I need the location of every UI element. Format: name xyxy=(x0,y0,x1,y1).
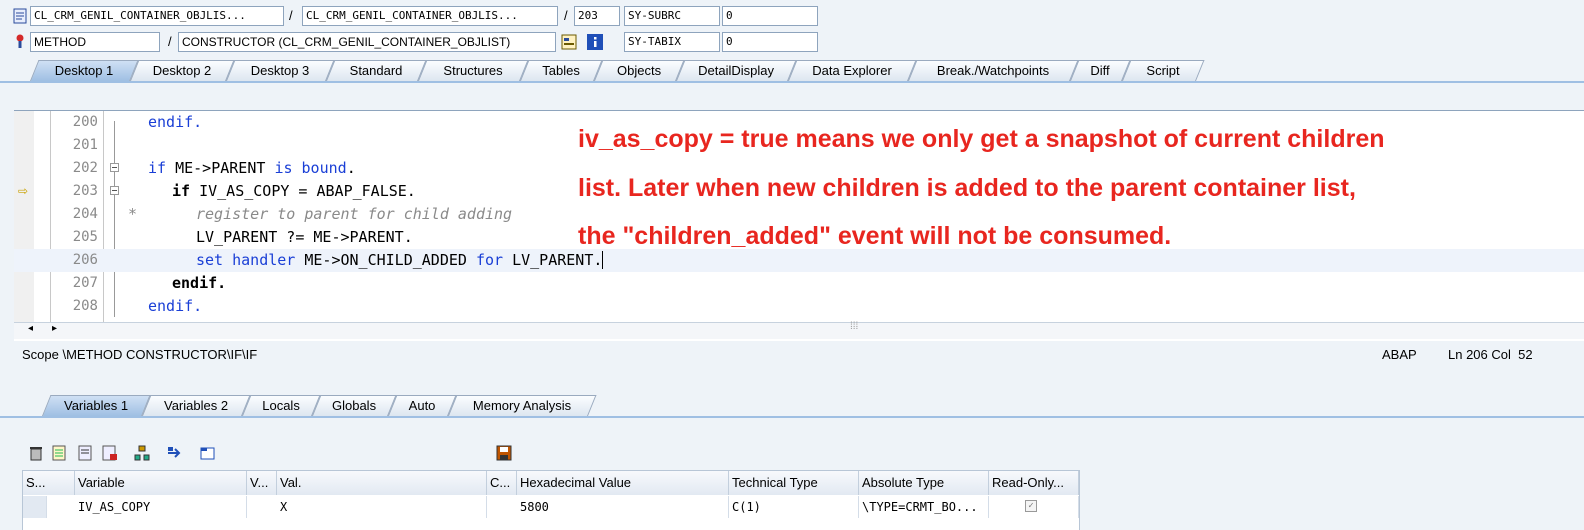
column-header[interactable]: Variable xyxy=(75,471,247,495)
code-text: if ME->PARENT is bound. xyxy=(148,159,356,177)
code-line[interactable]: 207 endif. xyxy=(14,272,1584,295)
line-field[interactable]: 203 xyxy=(574,6,620,26)
column-header[interactable]: V... xyxy=(247,471,277,495)
event-field[interactable]: CONSTRUCTOR (CL_CRM_GENIL_CONTAINER_OBJL… xyxy=(178,32,556,52)
tab-desktop-2[interactable]: Desktop 2 xyxy=(130,60,235,81)
scroll-right-icon[interactable]: ▸ xyxy=(52,323,57,334)
tab-auto[interactable]: Auto xyxy=(388,395,457,416)
separator: / xyxy=(564,8,568,23)
column-header[interactable]: S... xyxy=(23,471,75,495)
column-header[interactable]: Read-Only... xyxy=(989,471,1079,495)
tab-desktop-3[interactable]: Desktop 3 xyxy=(226,60,335,81)
sysvar-name-1[interactable]: SY-SUBRC xyxy=(624,6,720,26)
tab-variables-2[interactable]: Variables 2 xyxy=(142,395,251,416)
variables-table: S... Variable V... Val. C... Hexadecimal… xyxy=(22,470,1080,530)
method-icon xyxy=(12,33,28,49)
code-line-current[interactable]: 206 set handler ME->ON_CHILD_ADDED for L… xyxy=(14,249,1584,272)
absolute-type-cell[interactable]: \TYPE=CRMT_BO... xyxy=(859,496,989,518)
language-text: ABAP xyxy=(1382,347,1417,362)
tab-structures[interactable]: Structures xyxy=(418,60,529,81)
annotation-line-1: iv_as_copy = true means we only get a sn… xyxy=(578,125,1385,153)
tab-tables[interactable]: Tables xyxy=(520,60,603,81)
save-icon[interactable] xyxy=(496,445,512,461)
code-text: endif. xyxy=(172,274,227,292)
sysvar-name-2[interactable]: SY-TABIX xyxy=(624,32,720,52)
comment-star: * xyxy=(128,205,138,223)
tab-variables-1[interactable]: Variables 1 xyxy=(42,395,151,416)
scope-text: Scope \METHOD CONSTRUCTOR\IF\IF xyxy=(22,347,258,362)
hierarchy-icon[interactable] xyxy=(134,445,150,461)
program-icon xyxy=(12,8,28,24)
tab-breakpoints[interactable]: Break./Watchpoints xyxy=(908,60,1079,81)
tab-globals[interactable]: Globals xyxy=(312,395,397,416)
fold-toggle-icon[interactable] xyxy=(110,186,119,195)
column-header[interactable]: Val. xyxy=(277,471,487,495)
code-text: if IV_AS_COPY = ABAP_FALSE. xyxy=(172,182,416,200)
variables-tabs: Variables 1 Variables 2 Locals Globals A… xyxy=(0,395,1584,417)
tab-objects[interactable]: Objects xyxy=(594,60,685,81)
tab-standard[interactable]: Standard xyxy=(326,60,427,81)
status-bar: Scope \METHOD CONSTRUCTOR\IF\IF ABAP Ln … xyxy=(0,344,1584,366)
column-header[interactable]: Technical Type xyxy=(729,471,859,495)
separator: / xyxy=(289,8,293,23)
source-icon[interactable] xyxy=(561,34,577,50)
delete-icon[interactable] xyxy=(28,445,44,461)
tab-script[interactable]: Script xyxy=(1122,60,1205,81)
code-editor[interactable]: 200 endif. 201 202 if ME->PARENT is boun… xyxy=(14,110,1584,341)
horizontal-scrollbar[interactable]: ◂ ▸ ⁞⁞⁞ xyxy=(14,321,1584,339)
hex-cell[interactable]: 5800 xyxy=(517,496,729,518)
scroll-grip-icon[interactable]: ⁞⁞⁞ xyxy=(850,321,858,332)
code-line[interactable]: 208 endif. xyxy=(14,295,1584,318)
tab-underline xyxy=(0,81,1584,83)
cursor-position: Ln 206 Col 52 xyxy=(1448,347,1533,362)
info-icon[interactable] xyxy=(587,34,603,50)
annotation-line-3: the "children_added" event will not be c… xyxy=(578,222,1172,250)
read-only-cell: ✓ xyxy=(989,496,1079,518)
row-selector[interactable] xyxy=(23,496,47,518)
code-comment: register to parent for child adding xyxy=(196,205,513,223)
code-text: endif. xyxy=(148,297,203,315)
event-type-field[interactable]: METHOD xyxy=(30,32,160,52)
program-field[interactable]: CL_CRM_GENIL_CONTAINER_OBJLIS... xyxy=(30,6,284,26)
sysvar-value-2[interactable]: 0 xyxy=(722,32,818,52)
tab-desktop-1[interactable]: Desktop 1 xyxy=(30,60,139,81)
tab-memory-analysis[interactable]: Memory Analysis xyxy=(448,395,597,416)
scroll-left-icon[interactable]: ◂ xyxy=(28,323,33,334)
desktop-tabs: Desktop 1 Desktop 2 Desktop 3 Standard S… xyxy=(0,60,1584,82)
tab-detaildisplay[interactable]: DetailDisplay xyxy=(676,60,797,81)
column-header[interactable]: Absolute Type xyxy=(859,471,989,495)
column-header[interactable]: C... xyxy=(487,471,517,495)
fold-toggle-icon[interactable] xyxy=(110,163,119,172)
technical-type-cell[interactable]: C(1) xyxy=(729,496,859,518)
tab-locals[interactable]: Locals xyxy=(242,395,321,416)
code-text: LV_PARENT ?= ME->PARENT. xyxy=(196,228,413,246)
code-text: set handler ME->ON_CHILD_ADDED for LV_PA… xyxy=(196,251,604,269)
export-icon[interactable] xyxy=(102,445,118,461)
value-cell[interactable]: X xyxy=(277,496,487,518)
details-icon[interactable] xyxy=(52,445,68,461)
include-field[interactable]: CL_CRM_GENIL_CONTAINER_OBJLIS... xyxy=(302,6,558,26)
annotation-line-2: list. Later when new children is added t… xyxy=(578,174,1356,202)
tab-data-explorer[interactable]: Data Explorer xyxy=(788,60,917,81)
column-header[interactable]: Hexadecimal Value xyxy=(517,471,729,495)
separator: / xyxy=(168,34,172,49)
code-text: endif. xyxy=(148,113,203,131)
folder-icon[interactable] xyxy=(200,445,216,461)
tab-underline xyxy=(0,416,1584,418)
navigate-icon[interactable] xyxy=(166,445,182,461)
list-icon[interactable] xyxy=(78,445,94,461)
sysvar-value-1[interactable]: 0 xyxy=(722,6,818,26)
tab-diff[interactable]: Diff xyxy=(1070,60,1131,81)
read-only-checkbox[interactable]: ✓ xyxy=(1025,500,1037,512)
current-line-arrow-icon: ⇨ xyxy=(18,184,29,198)
variable-cell[interactable]: IV_AS_COPY xyxy=(75,496,247,518)
